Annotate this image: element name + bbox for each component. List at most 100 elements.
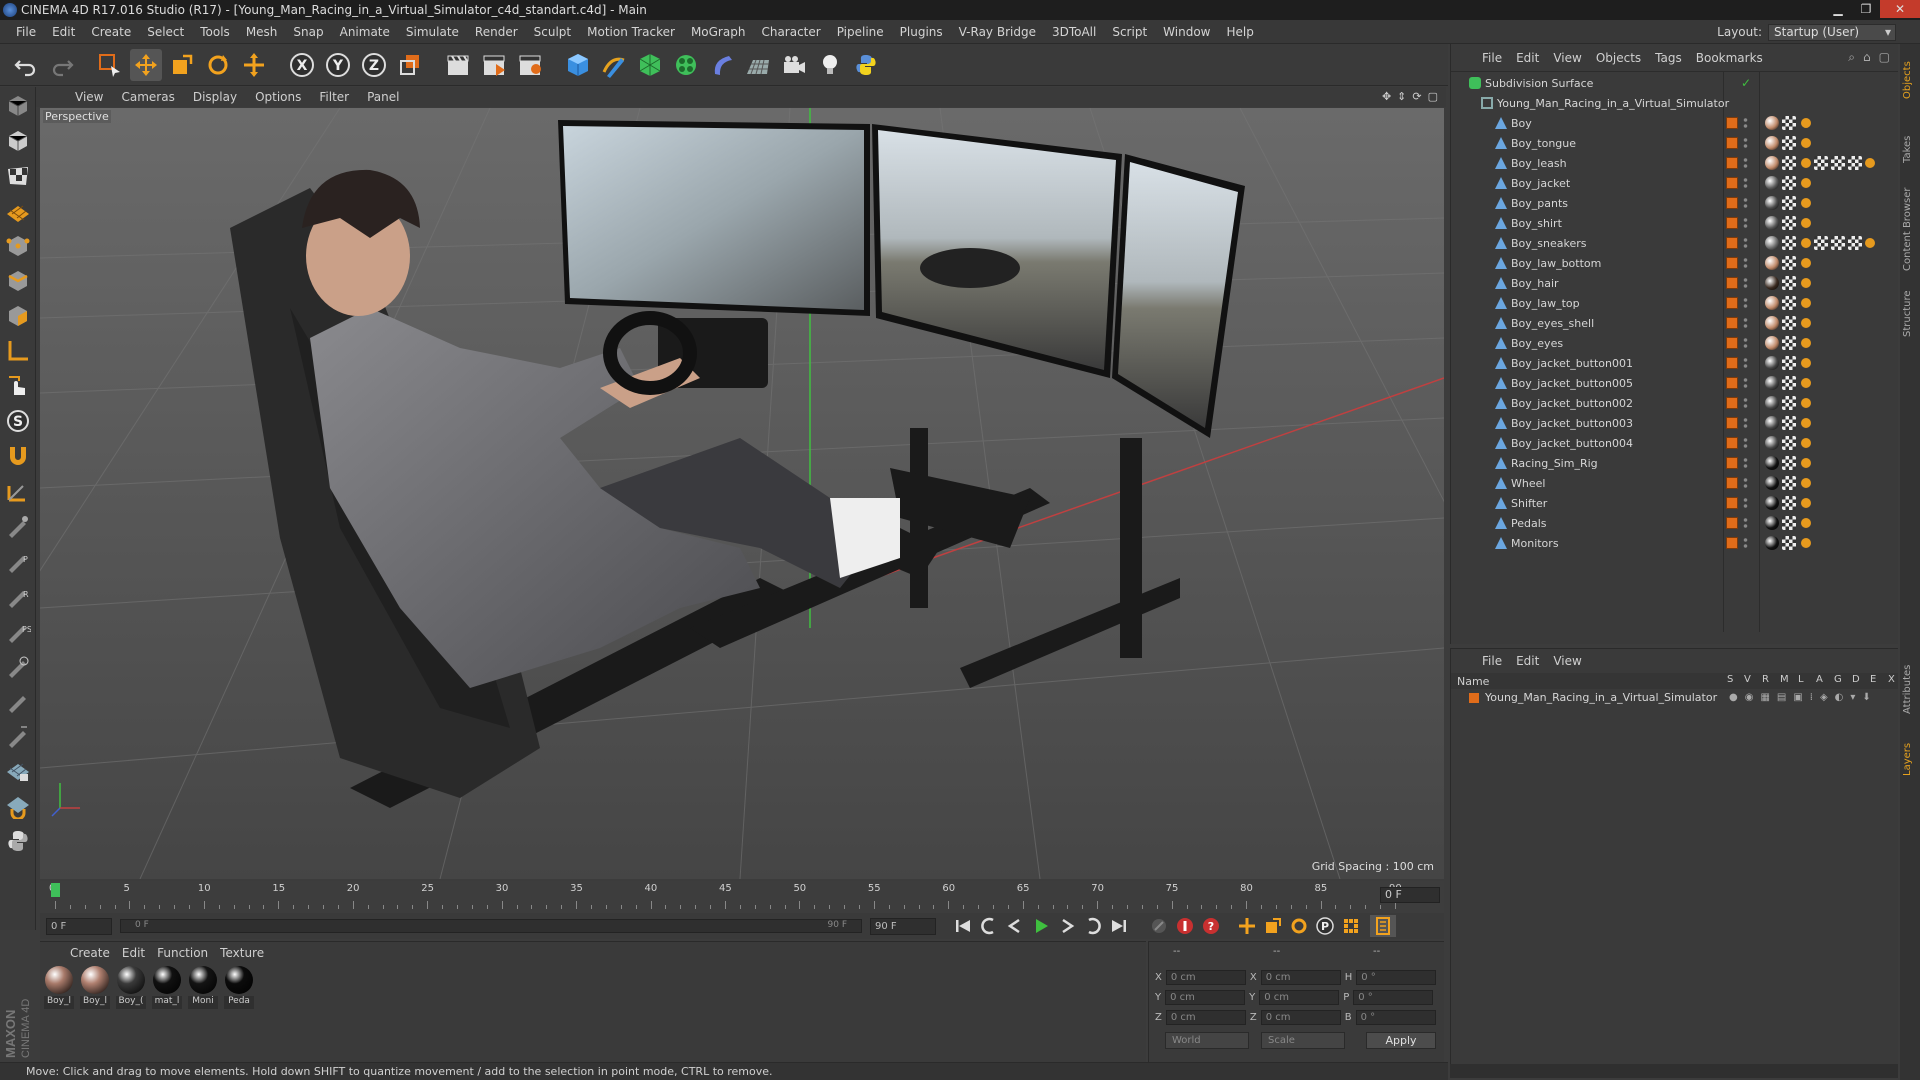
close-button[interactable]: ✕ bbox=[1880, 0, 1920, 18]
layer-color-tag[interactable] bbox=[1726, 457, 1738, 469]
phong-tag-icon[interactable] bbox=[1801, 438, 1811, 448]
layer-color-tag[interactable] bbox=[1726, 257, 1738, 269]
object-row[interactable]: Boy bbox=[1451, 113, 1899, 133]
material-tag-icon[interactable] bbox=[1765, 336, 1779, 350]
deformer-button[interactable] bbox=[706, 49, 738, 81]
previous-key-button[interactable] bbox=[976, 915, 1002, 937]
visibility-dots-icon[interactable] bbox=[1743, 237, 1748, 249]
object-name[interactable]: Boy_law_bottom bbox=[1511, 257, 1601, 270]
object-name[interactable]: Boy_tongue bbox=[1511, 137, 1576, 150]
end-frame-field[interactable]: 90 F bbox=[870, 917, 936, 935]
object-name[interactable]: Boy_jacket_button002 bbox=[1511, 397, 1633, 410]
object-name[interactable]: Boy_sneakers bbox=[1511, 237, 1587, 250]
model-mode-button[interactable] bbox=[2, 125, 34, 157]
menu-simulate[interactable]: Simulate bbox=[398, 25, 467, 39]
layer-color-tag[interactable] bbox=[1726, 317, 1738, 329]
viewport-menu-options[interactable]: Options bbox=[246, 90, 310, 104]
object-name[interactable]: Boy_hair bbox=[1511, 277, 1559, 290]
layer-color-tag[interactable] bbox=[1726, 337, 1738, 349]
visibility-dots-icon[interactable] bbox=[1743, 177, 1748, 189]
uvw-tag-icon[interactable] bbox=[1782, 256, 1796, 270]
tweak-mode-button[interactable] bbox=[2, 370, 34, 402]
move-tool-button[interactable] bbox=[130, 48, 162, 81]
layer-color-tag[interactable] bbox=[1726, 197, 1738, 209]
viewport-menu-cameras[interactable]: Cameras bbox=[112, 90, 183, 104]
size-x-field[interactable]: 0 cm bbox=[1260, 970, 1341, 985]
current-frame-field[interactable]: 0 F bbox=[1380, 887, 1440, 903]
tab-takes[interactable]: Takes bbox=[1902, 124, 1918, 174]
uvw-tag-icon[interactable] bbox=[1782, 536, 1796, 550]
play-button[interactable] bbox=[1028, 915, 1054, 937]
material-menu-texture[interactable]: Texture bbox=[214, 946, 270, 960]
recent-tool-button[interactable] bbox=[238, 49, 270, 81]
polygons-mode-button[interactable] bbox=[2, 300, 34, 332]
uvw-tag-icon[interactable] bbox=[1782, 496, 1796, 510]
viewport-pan-icon[interactable]: ✥ bbox=[1382, 90, 1391, 103]
phong-tag-icon[interactable] bbox=[1801, 218, 1811, 228]
record-keys-button[interactable] bbox=[1146, 915, 1172, 937]
layer-color-tag[interactable] bbox=[1726, 117, 1738, 129]
object-name[interactable]: Pedals bbox=[1511, 517, 1547, 530]
object-row[interactable]: Boy_jacket_button004 bbox=[1451, 433, 1899, 453]
tab-layers[interactable]: Layers bbox=[1902, 734, 1918, 784]
object-row[interactable]: Wheel bbox=[1451, 473, 1899, 493]
material-tag-icon[interactable] bbox=[1765, 356, 1779, 370]
menu-3dtoall[interactable]: 3DToAll bbox=[1044, 25, 1104, 39]
objects-menu-bookmarks[interactable]: Bookmarks bbox=[1689, 51, 1770, 65]
material-tag-icon[interactable] bbox=[1765, 136, 1779, 150]
menu-help[interactable]: Help bbox=[1218, 25, 1261, 39]
visibility-dots-icon[interactable] bbox=[1743, 497, 1748, 509]
position-z-field[interactable]: 0 cm bbox=[1165, 1010, 1246, 1025]
object-row-root[interactable]: Subdivision Surface ✓ bbox=[1451, 73, 1899, 93]
material-tag-icon[interactable] bbox=[1765, 416, 1779, 430]
layer-color-tag[interactable] bbox=[1726, 137, 1738, 149]
uvw-tag-icon[interactable] bbox=[1782, 316, 1796, 330]
lock-grid-button[interactable] bbox=[2, 755, 34, 787]
object-row[interactable]: Shifter bbox=[1451, 493, 1899, 513]
object-row[interactable]: Boy_jacket_button001 bbox=[1451, 353, 1899, 373]
uvw-tag-icon[interactable] bbox=[1782, 416, 1796, 430]
viewport-menu-display[interactable]: Display bbox=[184, 90, 246, 104]
object-row[interactable]: Boy_sneakers bbox=[1451, 233, 1899, 253]
menu-vray-bridge[interactable]: V-Ray Bridge bbox=[951, 25, 1044, 39]
object-row[interactable]: Boy_law_top bbox=[1451, 293, 1899, 313]
uvw-tag-icon[interactable] bbox=[1782, 456, 1796, 470]
object-row[interactable]: Boy_jacket_button005 bbox=[1451, 373, 1899, 393]
uvw-tag-icon[interactable] bbox=[1782, 336, 1796, 350]
rotate-tool-button[interactable] bbox=[202, 49, 234, 81]
viewport-maximize-icon[interactable]: ▢ bbox=[1428, 90, 1438, 103]
render-settings-button[interactable] bbox=[514, 49, 546, 81]
material-swatch[interactable]: Peda bbox=[224, 966, 254, 1009]
layer-color-tag[interactable] bbox=[1726, 177, 1738, 189]
size-y-field[interactable]: 0 cm bbox=[1259, 990, 1340, 1005]
enabled-check-icon[interactable]: ✓ bbox=[1741, 76, 1751, 90]
phong-tag-icon[interactable] bbox=[1865, 238, 1875, 248]
maximize-button[interactable]: ❐ bbox=[1852, 0, 1880, 18]
frame-ruler[interactable]: 051015202530354045505560657075808590 bbox=[49, 881, 1402, 913]
uvw-tag-icon[interactable] bbox=[1814, 156, 1828, 170]
visibility-dots-icon[interactable] bbox=[1743, 397, 1748, 409]
search-icon[interactable]: ⌕ bbox=[1848, 50, 1855, 65]
layer-color-tag[interactable] bbox=[1726, 537, 1738, 549]
floor-button[interactable] bbox=[742, 49, 774, 81]
layer-color-tag[interactable] bbox=[1726, 357, 1738, 369]
menu-script[interactable]: Script bbox=[1104, 25, 1155, 39]
phong-tag-icon[interactable] bbox=[1801, 458, 1811, 468]
phong-tag-icon[interactable] bbox=[1801, 418, 1811, 428]
visibility-dots-icon[interactable] bbox=[1743, 417, 1748, 429]
uvw-tag-icon[interactable] bbox=[1782, 156, 1796, 170]
menu-mograph[interactable]: MoGraph bbox=[683, 25, 754, 39]
sculpt-brush-3-button[interactable]: R bbox=[2, 580, 34, 612]
home-icon[interactable]: ⌂ bbox=[1863, 50, 1871, 65]
sculpt-brush-4-button[interactable]: PS bbox=[2, 615, 34, 647]
frame-range-slider[interactable]: 0 F 90 F bbox=[120, 919, 862, 933]
material-tag-icon[interactable] bbox=[1765, 376, 1779, 390]
object-row[interactable]: Boy_tongue bbox=[1451, 133, 1899, 153]
material-tag-icon[interactable] bbox=[1765, 216, 1779, 230]
menu-animate[interactable]: Animate bbox=[332, 25, 398, 39]
object-row[interactable]: Racing_Sim_Rig bbox=[1451, 453, 1899, 473]
layer-column-manager[interactable]: M bbox=[1780, 674, 1789, 685]
redo-button[interactable] bbox=[46, 49, 78, 81]
objects-menu-file[interactable]: File bbox=[1475, 51, 1509, 65]
visibility-dots-icon[interactable] bbox=[1743, 297, 1748, 309]
